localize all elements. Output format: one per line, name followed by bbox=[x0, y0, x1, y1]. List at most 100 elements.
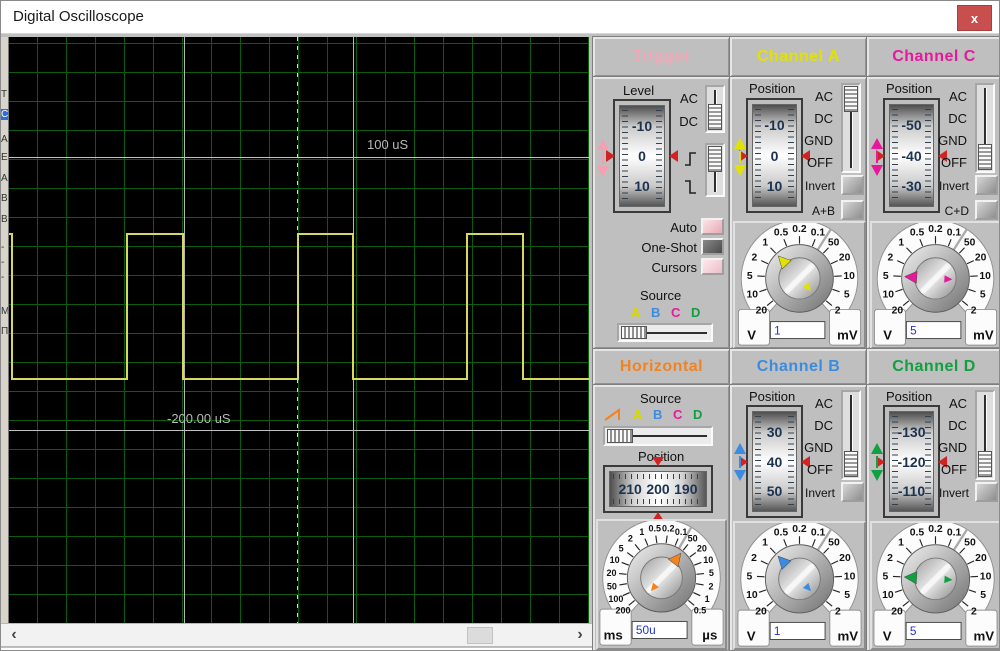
svg-text:V: V bbox=[747, 327, 756, 342]
horizontal-scrollbar[interactable]: ‹ › bbox=[1, 623, 593, 647]
dial-value: -50 bbox=[901, 117, 922, 134]
channel-c-nudge-arrows[interactable] bbox=[870, 138, 883, 176]
cursors-button[interactable] bbox=[701, 258, 724, 275]
channel-d-panel: Channel D Position -130 -120 -110 AC DC … bbox=[866, 348, 999, 650]
channel-a-nudge-arrows[interactable] bbox=[733, 138, 746, 176]
channel-d-title: Channel D bbox=[892, 358, 976, 375]
trigger-source-slider[interactable] bbox=[617, 323, 713, 342]
channel-a-coupling-handle[interactable] bbox=[844, 86, 858, 112]
scroll-left-icon[interactable]: ‹ bbox=[5, 626, 23, 644]
channel-b-position-dial[interactable]: 30 40 50 bbox=[739, 405, 810, 518]
horizontal-timebase-knob[interactable]: 200 100 50 20 10 5 2 1 0.5 0.2 0.1 50 20 10 5 2 1 0.5 ms µs… bbox=[596, 518, 727, 650]
svg-text:20: 20 bbox=[839, 553, 851, 564]
channel-d-coupling-slider[interactable] bbox=[975, 390, 995, 480]
channel-c-position-dial[interactable]: -50 -40 -30 bbox=[876, 98, 947, 213]
channel-a-aplusb-label: A+B bbox=[811, 204, 835, 218]
svg-text:10: 10 bbox=[882, 289, 894, 300]
horizontal-source-slider[interactable] bbox=[603, 426, 713, 446]
cursors-label: Cursors bbox=[651, 260, 697, 275]
horizontal-position-dial[interactable]: 210 200 190 bbox=[603, 457, 713, 521]
channel-c-invert-button[interactable] bbox=[975, 175, 998, 195]
channel-d-position-dial[interactable]: -130 -120 -110 bbox=[876, 405, 947, 518]
channel-a-invert-label: Invert bbox=[804, 179, 835, 193]
svg-text:0.5: 0.5 bbox=[774, 528, 789, 539]
left-marker: B bbox=[1, 214, 8, 225]
channel-b-coupling-handle[interactable] bbox=[844, 451, 858, 477]
trigger-coupling-ac-label: AC bbox=[679, 91, 698, 106]
svg-text:5: 5 bbox=[747, 571, 753, 582]
svg-text:0.2: 0.2 bbox=[792, 524, 807, 535]
left-marker: A bbox=[1, 134, 8, 145]
dial-value: -110 bbox=[897, 483, 926, 500]
channel-a-position-label: Position bbox=[749, 81, 796, 96]
coupling-ac-label: AC bbox=[948, 89, 967, 104]
svg-text:20: 20 bbox=[607, 568, 617, 578]
trigger-edge-slider[interactable] bbox=[705, 143, 725, 197]
trigger-level-nudge-arrows[interactable] bbox=[596, 139, 609, 177]
scroll-right-icon[interactable]: › bbox=[571, 626, 589, 644]
svg-text:2: 2 bbox=[888, 253, 894, 264]
svg-text:1: 1 bbox=[762, 538, 768, 549]
svg-text:2: 2 bbox=[751, 553, 757, 564]
channel-c-coupling-slider[interactable] bbox=[975, 83, 995, 173]
trigger-source-handle[interactable] bbox=[621, 326, 647, 339]
svg-text:50: 50 bbox=[828, 538, 840, 549]
one-shot-button[interactable] bbox=[701, 238, 724, 255]
trigger-edge-handle[interactable] bbox=[708, 146, 722, 172]
horizontal-header: Horizontal bbox=[592, 348, 731, 386]
svg-text:10: 10 bbox=[746, 289, 758, 300]
svg-text:0.5: 0.5 bbox=[694, 606, 707, 616]
svg-text:200: 200 bbox=[616, 606, 631, 616]
svg-text:mV: mV bbox=[973, 628, 994, 643]
channel-c-coupling-handle[interactable] bbox=[978, 144, 992, 170]
channel-b-coupling-slider[interactable] bbox=[841, 390, 861, 480]
svg-text:0.1: 0.1 bbox=[675, 527, 688, 537]
channel-d-nudge-arrows[interactable] bbox=[870, 443, 883, 481]
channel-b-scale-knob[interactable]: 20 10 5 2 1 0.5 0.2 0.1 50 20 10 5 2 VmV 1 bbox=[733, 519, 866, 650]
dial-value: -120 bbox=[897, 453, 926, 470]
channel-c-scale-knob[interactable]: 20 10 5 2 1 0.5 0.2 0.1 50 20 10 5 2 VmV 5 bbox=[870, 219, 999, 349]
svg-text:1: 1 bbox=[774, 624, 781, 638]
trigger-coupling-slider[interactable] bbox=[705, 85, 725, 133]
channel-b-nudge-arrows[interactable] bbox=[733, 443, 746, 481]
svg-text:5: 5 bbox=[980, 590, 986, 601]
svg-text:10: 10 bbox=[980, 571, 992, 582]
dial-value: 200 bbox=[646, 481, 670, 497]
trigger-panel: Trigger Level -10 0 10 AC DC Auto One-Sh… bbox=[592, 36, 731, 350]
left-edge-markers: TCAEABB---MП bbox=[1, 37, 9, 623]
trigger-level-label: Level bbox=[623, 83, 655, 98]
oscilloscope-window: Digital Oscilloscope x TCAEABB---MП 100 … bbox=[0, 0, 1000, 651]
channel-b-invert-button[interactable] bbox=[841, 482, 864, 502]
channel-d-scale-knob[interactable]: 20 10 5 2 1 0.5 0.2 0.1 50 20 10 5 2 VmV 5 bbox=[870, 519, 999, 650]
trigger-coupling-handle[interactable] bbox=[708, 104, 722, 130]
channel-a-position-dial[interactable]: -10 0 10 bbox=[739, 98, 810, 213]
close-button[interactable]: x bbox=[957, 5, 992, 31]
knob-face: 20105210.5 0.2 0.150201052V mV1 bbox=[737, 519, 862, 647]
coupling-dc-label: DC bbox=[948, 418, 967, 433]
channel-d-invert-button[interactable] bbox=[975, 482, 998, 502]
svg-text:20: 20 bbox=[697, 543, 707, 553]
horizontal-panel: Horizontal Source A B C D Position 210 2… bbox=[592, 348, 731, 650]
channel-a-aplusb-button[interactable] bbox=[841, 200, 864, 220]
channel-c-title: Channel C bbox=[892, 48, 976, 65]
svg-text:20: 20 bbox=[839, 253, 851, 264]
channel-a-scale-knob[interactable]: 20 10 5 2 1 0.5 0.2 0.1 50 20 10 5 2 VmV 1 bbox=[733, 219, 866, 349]
rising-edge-icon bbox=[683, 149, 699, 174]
auto-button[interactable] bbox=[701, 218, 724, 235]
channel-c-cplusd-button[interactable] bbox=[975, 200, 998, 220]
trigger-level-dial[interactable]: -10 0 10 bbox=[606, 99, 678, 213]
channel-a-coupling-slider[interactable] bbox=[841, 83, 861, 173]
svg-text:2: 2 bbox=[752, 253, 758, 264]
channel-a-invert-button[interactable] bbox=[841, 175, 864, 195]
horizontal-source-handle[interactable] bbox=[607, 429, 633, 443]
channel-a-title: Channel A bbox=[756, 48, 841, 65]
svg-text:0.1: 0.1 bbox=[947, 227, 962, 238]
title-bar: Digital Oscilloscope x bbox=[1, 1, 999, 34]
channel-d-coupling-handle[interactable] bbox=[978, 451, 992, 477]
dial-value: 30 bbox=[766, 423, 783, 440]
scrollbar-thumb[interactable] bbox=[467, 627, 493, 644]
dial-value: -130 bbox=[897, 423, 926, 440]
svg-text:mV: mV bbox=[837, 327, 858, 342]
svg-text:0.5: 0.5 bbox=[774, 227, 789, 238]
svg-text:20: 20 bbox=[975, 253, 987, 264]
